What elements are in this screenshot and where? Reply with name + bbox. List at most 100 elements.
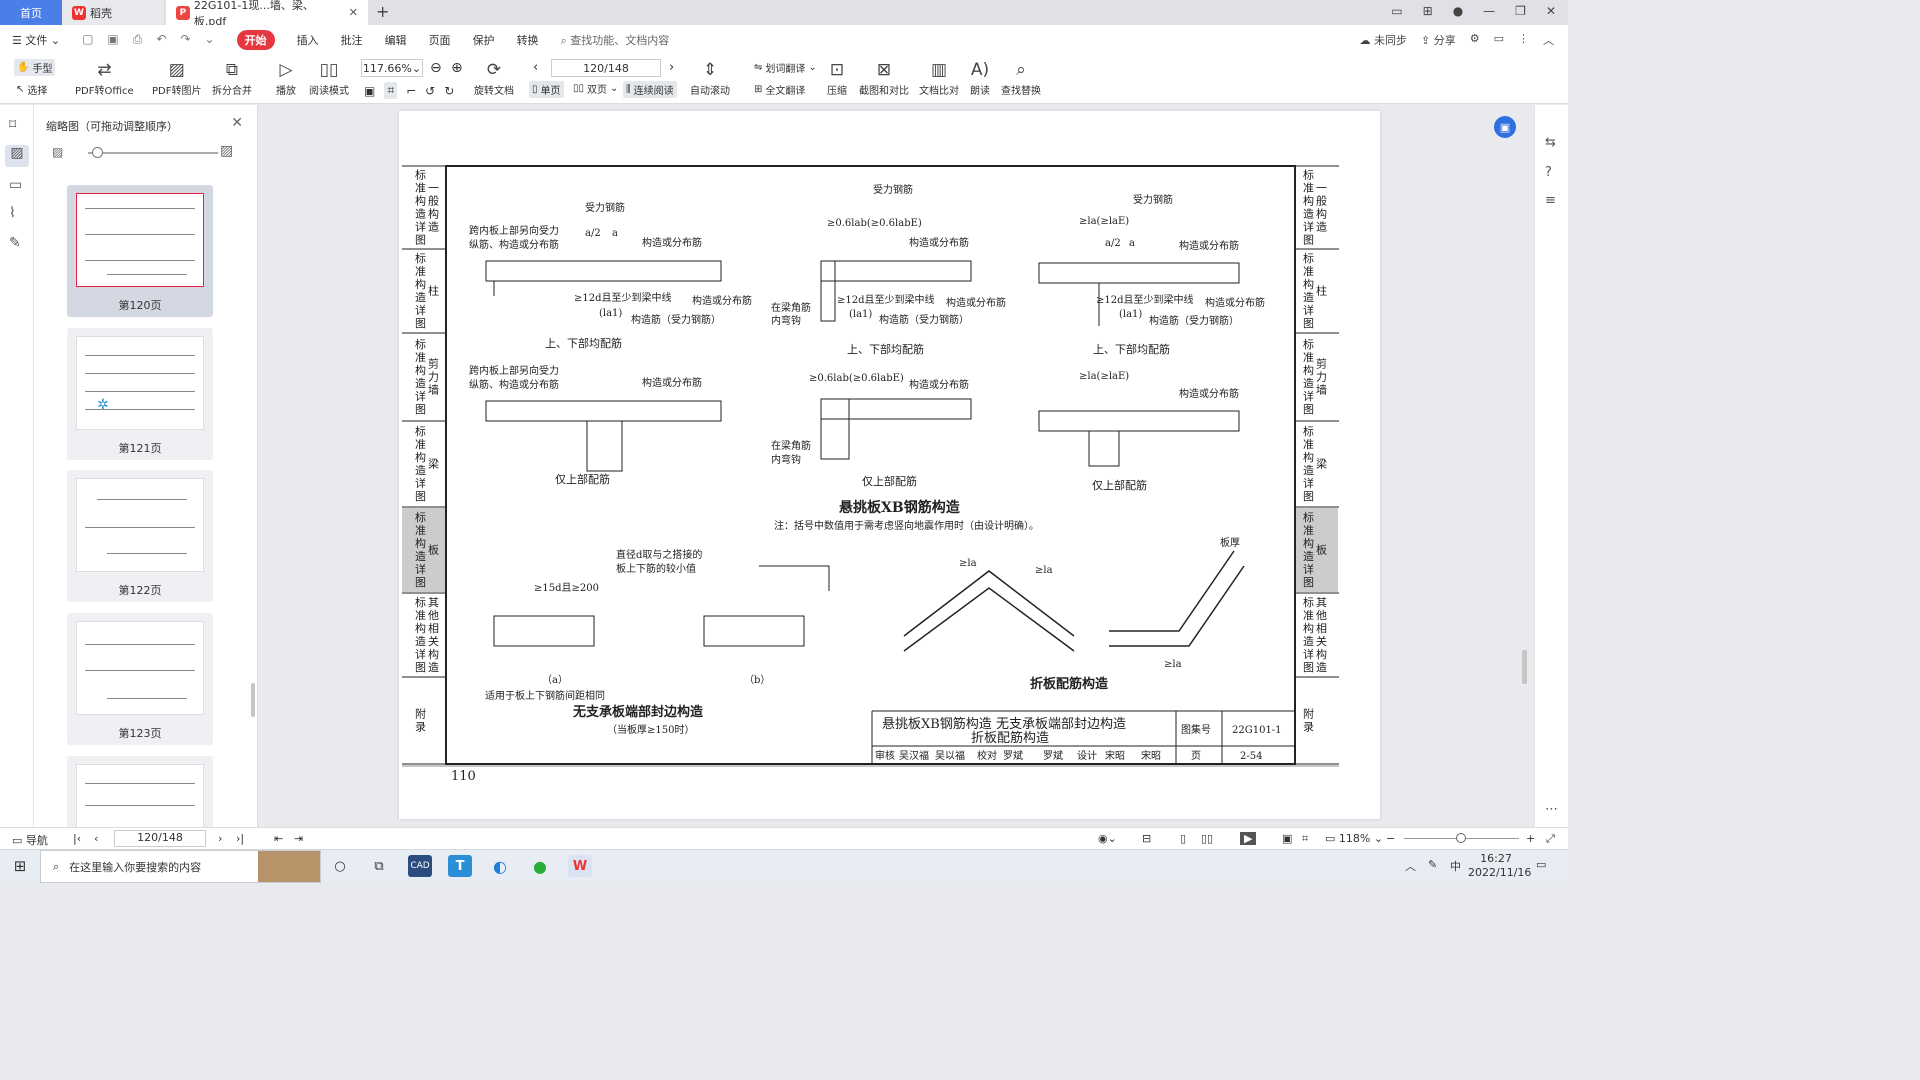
fit-width-icon[interactable]: ⌗ bbox=[384, 82, 398, 99]
menu-page[interactable]: 页面 bbox=[429, 32, 451, 48]
auto-scroll-button[interactable]: ⇕ 自动滚动 bbox=[690, 58, 730, 97]
read-aloud-button[interactable]: A) 朗读 bbox=[970, 58, 990, 97]
rotate-left-icon[interactable]: ↺ bbox=[425, 84, 435, 98]
large-thumb-icon[interactable]: ▨ bbox=[220, 143, 233, 159]
hand-tool[interactable]: ✋ 手型 bbox=[14, 59, 56, 76]
single-page-button[interactable]: ▯ 单页 bbox=[529, 81, 564, 98]
play-status-icon[interactable]: ▶ bbox=[1240, 832, 1257, 845]
fullscreen-icon[interactable]: ⤢ bbox=[1546, 832, 1555, 846]
next-page-status-icon[interactable]: › bbox=[218, 832, 222, 845]
slider-knob[interactable] bbox=[92, 147, 103, 158]
prev-page-status-icon[interactable]: ‹ bbox=[94, 832, 98, 845]
menu-annotate[interactable]: 批注 bbox=[341, 32, 363, 48]
print-icon[interactable]: ⎙ bbox=[133, 32, 143, 47]
crop-icon[interactable]: ⌐ bbox=[406, 84, 416, 98]
select-tool[interactable]: ↖ 选择 bbox=[16, 82, 47, 97]
settings-icon[interactable]: ⚙ bbox=[1470, 32, 1480, 48]
zoom-in-status-icon[interactable]: + bbox=[1526, 832, 1535, 845]
read-mode-button[interactable]: ▯▯ 阅读模式 bbox=[309, 58, 349, 97]
layout-icon[interactable]: ▭ bbox=[1391, 4, 1402, 18]
page-number-input[interactable]: 120/148 bbox=[551, 59, 661, 77]
t-app-icon[interactable]: T bbox=[448, 855, 472, 877]
comment-icon[interactable]: ▭ bbox=[9, 177, 22, 193]
apps-grid-icon[interactable]: ⊞ bbox=[1423, 4, 1433, 18]
doc-compare-button[interactable]: ▥ 文档比对 bbox=[919, 58, 959, 97]
fit-status-icon[interactable]: ⊟ bbox=[1142, 832, 1151, 845]
search-function[interactable]: ⌕ 查找功能、文档内容 bbox=[561, 32, 670, 48]
restore-icon[interactable]: ❐ bbox=[1515, 4, 1526, 18]
wechat-icon[interactable]: ● bbox=[528, 855, 552, 877]
wps-app-icon[interactable]: W bbox=[568, 855, 592, 877]
menu-edit[interactable]: 编辑 bbox=[385, 32, 407, 48]
screenshot-compare-button[interactable]: ⊠ 截图和对比 bbox=[859, 58, 909, 97]
eye-protection-icon[interactable]: ◉⌄ bbox=[1098, 832, 1117, 845]
notification-icon[interactable]: ▭ bbox=[1536, 858, 1546, 871]
rotate-doc-button[interactable]: ⟳ 旋转文档 bbox=[474, 58, 514, 97]
help-icon[interactable]: ? bbox=[1545, 165, 1552, 180]
double-page-button[interactable]: ▯▯ 双页 ⌄ bbox=[573, 81, 618, 96]
thumb-size-slider[interactable] bbox=[88, 147, 218, 158]
fit-width-status-icon[interactable]: ▣ bbox=[1282, 832, 1292, 845]
attachment-icon[interactable]: ⌇ bbox=[9, 205, 16, 221]
floating-tool-button[interactable]: ▣ bbox=[1494, 116, 1516, 138]
prev-page-icon[interactable]: ‹ bbox=[533, 60, 538, 75]
zoom-in-icon[interactable]: ⊕ bbox=[451, 60, 463, 76]
full-translate-button[interactable]: ⊞ 全文翻译 bbox=[754, 82, 805, 97]
zoom-out-icon[interactable]: ⊖ bbox=[430, 60, 442, 76]
menu-protect[interactable]: 保护 bbox=[473, 32, 495, 48]
close-panel-icon[interactable]: ✕ bbox=[231, 115, 243, 131]
zoom-status[interactable]: ▭ 118% ⌄ bbox=[1325, 832, 1383, 845]
menu-file[interactable]: ☰ 文件 ⌄ bbox=[12, 32, 60, 48]
compress-button[interactable]: ⊡ 压缩 bbox=[827, 58, 847, 97]
bookmark-icon[interactable]: ⌑ bbox=[9, 117, 16, 133]
continuous-read-button[interactable]: ⫼ 连续阅读 bbox=[623, 81, 677, 98]
more-dots-icon[interactable]: ⋯ bbox=[1545, 802, 1558, 817]
thumbnail-page-124[interactable] bbox=[67, 756, 213, 827]
tab-pdf-document[interactable]: P 22G101-1现...墙、梁、板.pdf ✕ bbox=[166, 0, 368, 28]
edge-browser-icon[interactable]: ◐ bbox=[488, 855, 512, 877]
split-merge-button[interactable]: ⧉ 拆分合并 bbox=[212, 58, 252, 97]
first-page-icon[interactable]: |‹ bbox=[73, 832, 81, 845]
close-tab-icon[interactable]: ✕ bbox=[349, 6, 358, 19]
next-page-icon[interactable]: › bbox=[669, 60, 674, 75]
menu-convert[interactable]: 转换 bbox=[517, 32, 539, 48]
cad-app-icon[interactable]: CAD bbox=[408, 855, 432, 877]
status-page-input[interactable]: 120/148 bbox=[114, 830, 206, 847]
menu-start[interactable]: 开始 bbox=[236, 29, 275, 50]
unsync-button[interactable]: ☁ 未同步 bbox=[1360, 32, 1408, 48]
pdf-to-office-button[interactable]: ⇄ PDF转Office bbox=[75, 58, 134, 97]
collapse-ribbon-icon[interactable]: ︿ bbox=[1543, 32, 1554, 48]
thumbnail-scrollbar[interactable] bbox=[251, 683, 255, 717]
menu-insert[interactable]: 插入 bbox=[297, 32, 319, 48]
undo-icon[interactable]: ↶ bbox=[156, 32, 166, 47]
share-button[interactable]: ⇪ 分享 bbox=[1421, 32, 1456, 48]
more-options-icon[interactable]: ⋮ bbox=[1518, 32, 1529, 48]
forward-view-icon[interactable]: ⇥ bbox=[294, 832, 303, 845]
ime-indicator[interactable]: 中 bbox=[1450, 858, 1461, 874]
zoom-slider-knob[interactable] bbox=[1456, 833, 1466, 843]
pdf-to-image-button[interactable]: ▨ PDF转图片 bbox=[152, 58, 201, 97]
signature-icon[interactable]: ✎ bbox=[9, 235, 21, 251]
cortana-icon[interactable]: ○ bbox=[328, 855, 352, 877]
thumbnail-icon[interactable]: ▨ bbox=[5, 145, 29, 167]
zoom-select[interactable]: 117.66% ⌄ bbox=[361, 59, 423, 77]
thumbnail-page-123[interactable]: 第123页 bbox=[67, 613, 213, 745]
play-button[interactable]: ▷ 播放 bbox=[276, 58, 296, 97]
actual-size-icon[interactable]: ⌗ bbox=[1302, 832, 1308, 846]
message-icon[interactable]: ▭ bbox=[1494, 32, 1504, 48]
nav-toggle[interactable]: ▭ 导航 bbox=[12, 832, 48, 848]
redo-icon[interactable]: ↷ bbox=[180, 32, 190, 47]
windows-start-icon[interactable]: ⊞ bbox=[8, 855, 32, 877]
document-scrollbar[interactable] bbox=[1522, 650, 1527, 684]
adjust-icon[interactable]: ≡ bbox=[1545, 193, 1556, 208]
back-view-icon[interactable]: ⇤ bbox=[274, 832, 283, 845]
new-tab-button[interactable]: + bbox=[376, 2, 389, 21]
zoom-out-status-icon[interactable]: − bbox=[1386, 832, 1395, 845]
close-window-icon[interactable]: ✕ bbox=[1546, 4, 1556, 18]
find-replace-button[interactable]: ⌕ 查找替换 bbox=[1001, 58, 1041, 97]
thumbnail-page-122[interactable]: 第122页 bbox=[67, 470, 213, 602]
last-page-icon[interactable]: ›| bbox=[236, 832, 244, 845]
more-icon[interactable]: ⌄ bbox=[205, 32, 215, 47]
thumbnail-page-121[interactable]: ✲ 第121页 bbox=[67, 328, 213, 460]
minimize-icon[interactable]: — bbox=[1483, 4, 1495, 18]
